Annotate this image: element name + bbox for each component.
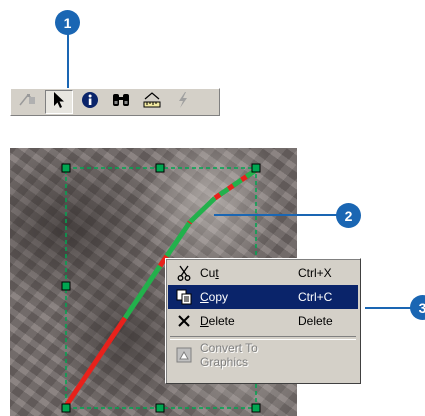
menu-item-cut-shortcut: Ctrl+X	[298, 266, 332, 280]
line-segment-green	[188, 196, 217, 224]
handle-bottom-middle	[155, 403, 165, 413]
handle-top-left	[61, 163, 71, 173]
callout-2-leader-line	[214, 214, 338, 216]
handle-top-middle	[155, 163, 165, 173]
identify-button[interactable]	[76, 90, 104, 114]
select-elements-arrow-icon	[52, 91, 66, 114]
measure-icon	[142, 91, 162, 114]
handle-bottom-right	[251, 403, 261, 413]
hyperlink-button[interactable]	[169, 90, 197, 114]
menu-item-cut[interactable]: Cut Ctrl+X	[168, 261, 358, 285]
find-binoculars-icon	[111, 92, 131, 113]
edit-vertex-icon	[18, 91, 38, 114]
handle-top-right	[251, 163, 261, 173]
menu-item-convert-to-graphics-label: Convert To Graphics	[200, 341, 258, 369]
menu-item-delete[interactable]: Delete Delete	[168, 309, 358, 333]
callout-1-badge: 1	[55, 10, 80, 35]
menu-item-copy-label: Copy	[200, 290, 229, 304]
callout-3-badge: 3	[410, 295, 425, 320]
handle-middle-left	[61, 281, 71, 291]
identify-info-icon	[81, 91, 99, 114]
copy-icon	[174, 287, 194, 307]
select-elements-button[interactable]	[45, 90, 73, 114]
hyperlink-lightning-icon	[176, 91, 190, 114]
context-menu: Cut Ctrl+X Copy Ctrl+C Delete Delete Con…	[165, 258, 361, 384]
scissors-icon	[174, 263, 194, 283]
convert-graphics-icon	[174, 345, 194, 365]
menu-item-delete-shortcut: Delete	[298, 314, 333, 328]
handle-bottom-left	[61, 403, 71, 413]
edit-vertex-button[interactable]	[14, 90, 42, 114]
measure-button[interactable]	[138, 90, 166, 114]
find-button[interactable]	[107, 90, 135, 114]
menu-item-delete-label: Delete	[200, 314, 235, 328]
callout-1-leader-line	[67, 34, 69, 94]
callout-2-badge: 2	[336, 203, 361, 228]
menu-item-convert-to-graphics[interactable]: Convert To Graphics	[168, 341, 358, 369]
callout-3-leader-line	[365, 307, 412, 309]
tools-toolbar	[10, 88, 220, 116]
delete-x-icon	[174, 311, 194, 331]
menu-item-cut-label: Cut	[200, 266, 219, 280]
menu-item-copy[interactable]: Copy Ctrl+C	[168, 285, 358, 309]
line-segment-green	[213, 167, 258, 201]
line-segment-red	[63, 316, 128, 408]
menu-separator	[170, 336, 356, 340]
line-segment-green	[122, 264, 163, 320]
menu-item-copy-shortcut: Ctrl+C	[298, 290, 333, 304]
